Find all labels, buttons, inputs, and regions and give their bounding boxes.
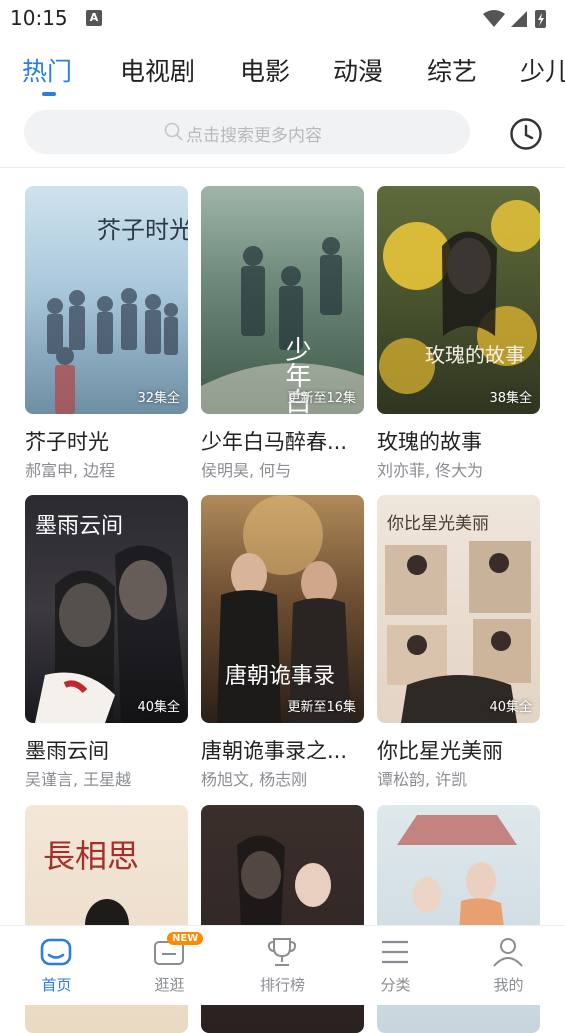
status-bar: 10:15 A (0, 0, 565, 38)
poster-title-text: 唐朝诡事录 (225, 664, 335, 689)
episode-badge: 40集全 (137, 700, 180, 715)
notification-icon: A (86, 10, 102, 26)
new-badge: NEW (167, 932, 204, 945)
tab-tv-series[interactable]: 电视剧 (120, 52, 195, 88)
poster-title-text: 玫瑰的故事 (425, 343, 525, 367)
status-time: 10:15 (10, 6, 68, 30)
nav-label: 逛逛 (154, 976, 185, 994)
poster-image[interactable]: 玫瑰的故事 38集全 (377, 186, 540, 414)
search-bar[interactable]: 点击搜索更多内容 (24, 110, 470, 154)
tab-kids[interactable]: 少儿 (520, 52, 565, 88)
video-cast: 杨旭文, 杨志刚 (201, 770, 308, 789)
poster-image[interactable]: 墨雨云间 40集全 (25, 495, 188, 723)
poster-art: 芥子时光 (47, 216, 188, 414)
category-tabs: 热门 电视剧 电影 动漫 综艺 少儿 (0, 48, 565, 98)
video-title[interactable]: 墨雨云间 (25, 735, 188, 765)
episode-badge: 40集全 (489, 700, 532, 715)
search-icon (164, 122, 184, 146)
poster-title-text: 長相思 (43, 837, 139, 875)
video-title[interactable]: 玫瑰的故事 (377, 426, 540, 456)
video-cast: 郝富申, 边程 (25, 461, 116, 480)
poster-title-text: 芥子时光 (97, 216, 188, 244)
tab-active-indicator (42, 92, 56, 96)
nav-browse[interactable]: NEW 逛逛 (113, 926, 226, 1005)
history-icon[interactable] (509, 117, 543, 155)
nav-label: 排行榜 (259, 976, 305, 994)
episode-badge: 更新至16集 (287, 700, 356, 715)
header-divider (0, 167, 565, 168)
tab-anime[interactable]: 动漫 (333, 52, 383, 88)
poster-art: 唐朝诡事录 (217, 495, 351, 723)
poster-art: 玫瑰的故事 (379, 200, 540, 394)
category-icon (377, 934, 413, 974)
poster-art: 你比星光美丽 (385, 514, 531, 723)
nav-profile[interactable]: 我的 (452, 926, 565, 1005)
status-icons (481, 8, 553, 34)
nav-label: 分类 (380, 976, 411, 994)
video-title[interactable]: 你比星光美丽 (377, 735, 540, 765)
episode-badge: 32集全 (137, 391, 180, 406)
poster-title-text: 你比星光美丽 (387, 514, 489, 534)
profile-icon (490, 934, 526, 974)
wifi-signal-battery-icons (483, 10, 546, 28)
poster-title-text: 墨雨云间 (35, 514, 123, 539)
poster-image[interactable]: 唐朝诡事录 更新至16集 (201, 495, 364, 723)
nav-ranking[interactable]: 排行榜 (226, 926, 339, 1005)
nav-label: 首页 (41, 976, 72, 994)
search-placeholder: 点击搜索更多内容 (186, 126, 322, 146)
poster-image[interactable]: 芥子时光 32集全 (25, 186, 188, 414)
episode-badge: 38集全 (489, 391, 532, 406)
poster-image[interactable]: 你比星光美丽 40集全 (377, 495, 540, 723)
tab-hot[interactable]: 热门 (22, 52, 72, 88)
trophy-icon (264, 934, 300, 974)
home-icon (38, 934, 74, 974)
video-title[interactable]: 唐朝诡事录之... (201, 735, 364, 765)
video-title[interactable]: 少年白马醉春... (201, 426, 364, 456)
video-cast: 侯明昊, 何与 (201, 461, 292, 480)
video-cast: 刘亦菲, 佟大为 (377, 461, 484, 480)
nav-label: 我的 (493, 976, 524, 994)
video-cast: 谭松韵, 许凯 (377, 770, 468, 789)
nav-home[interactable]: 首页 (0, 926, 113, 1005)
poster-image[interactable]: 少年白马 更新至12集 (201, 186, 364, 414)
poster-art: 墨雨云间 (35, 514, 188, 723)
tab-variety[interactable]: 综艺 (427, 52, 477, 88)
video-cast: 吴谨言, 王星越 (25, 770, 132, 789)
video-title[interactable]: 芥子时光 (25, 426, 188, 456)
nav-category[interactable]: 分类 (339, 926, 452, 1005)
episode-badge: 更新至12集 (287, 391, 356, 406)
bottom-navigation: 首页 NEW 逛逛 排行榜 分类 我的 (0, 925, 565, 1005)
tab-movies[interactable]: 电影 (240, 52, 290, 88)
poster-art: 少年白马 (201, 237, 364, 414)
